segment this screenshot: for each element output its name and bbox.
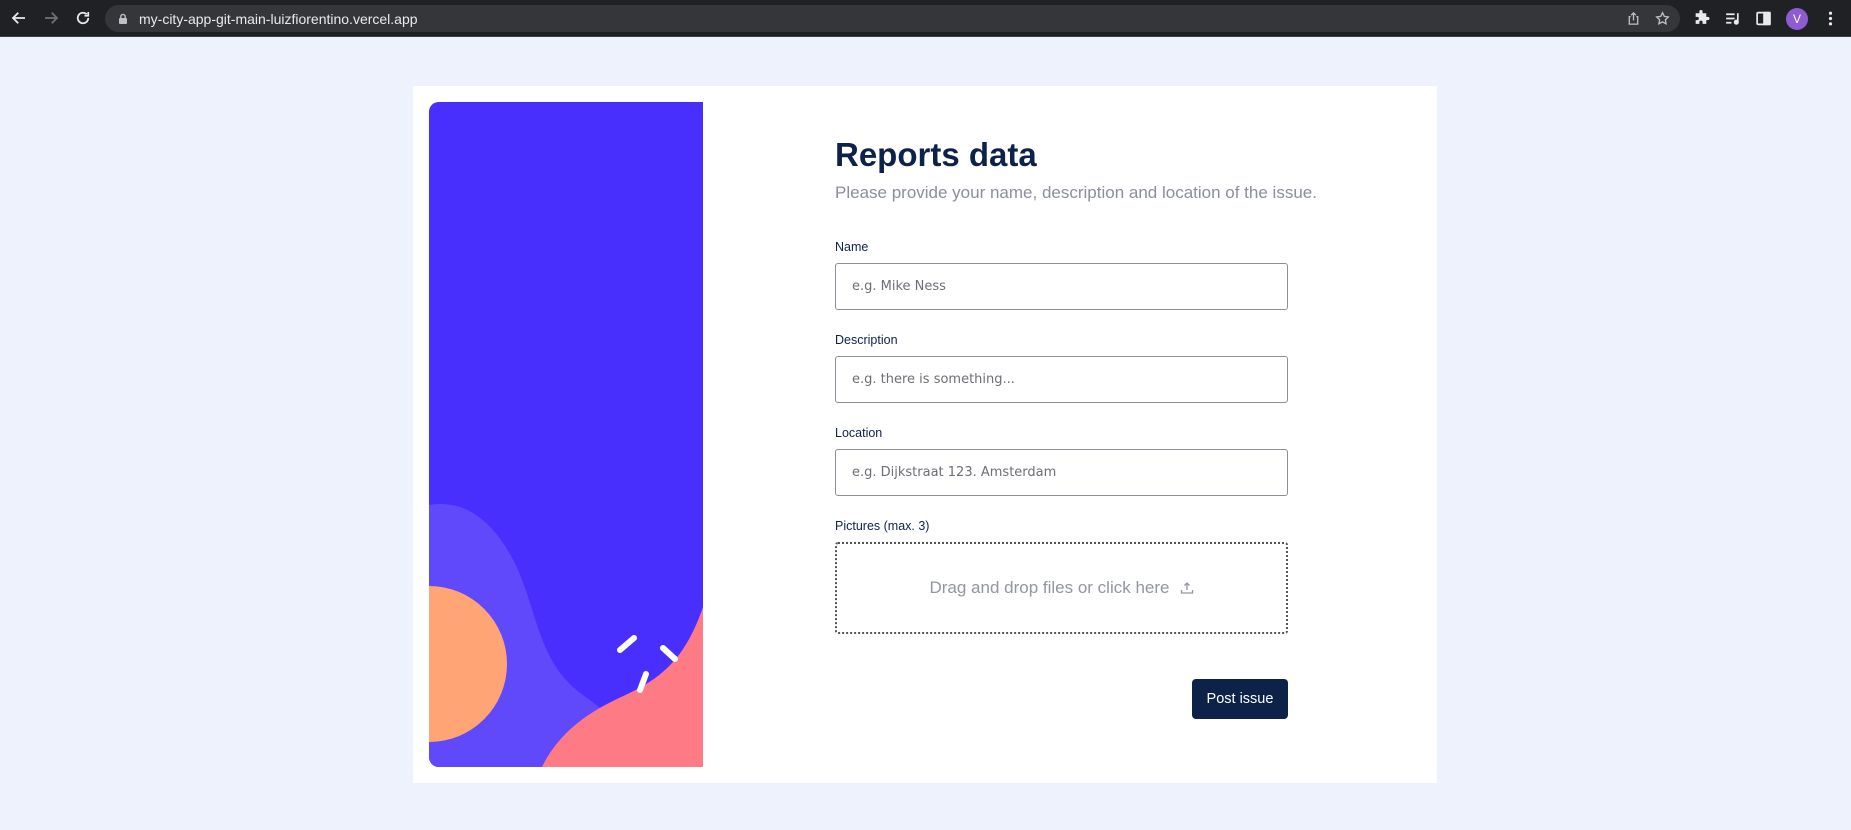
name-label: Name: [835, 240, 869, 254]
page-title: Reports data: [835, 136, 1037, 173]
abstract-shapes-illustration: [429, 102, 703, 767]
forward-button[interactable]: [35, 2, 67, 34]
url-text: my-city-app-git-main-luizfiorentino.verc…: [139, 10, 418, 27]
name-field[interactable]: [835, 263, 1288, 310]
reload-button[interactable]: [67, 2, 99, 34]
back-button[interactable]: [3, 2, 35, 34]
browser-toolbar: my-city-app-git-main-luizfiorentino.verc…: [0, 0, 1851, 37]
arrow-left-icon: [11, 12, 25, 24]
bookmark-star-icon[interactable]: [1655, 11, 1670, 26]
location-field[interactable]: [835, 449, 1288, 496]
reload-icon: [76, 11, 90, 25]
extensions-puzzle-icon[interactable]: [1693, 10, 1710, 27]
description-field[interactable]: [835, 356, 1288, 403]
pictures-dropzone[interactable]: Drag and drop files or click here: [835, 542, 1288, 634]
lock-icon: [119, 13, 127, 24]
pictures-label: Pictures (max. 3): [835, 519, 930, 533]
post-issue-button[interactable]: Post issue: [1192, 679, 1288, 719]
reading-list-icon[interactable]: [1724, 10, 1741, 27]
share-icon[interactable]: [1626, 11, 1641, 26]
address-bar[interactable]: my-city-app-git-main-luizfiorentino.verc…: [105, 5, 1680, 32]
page-subtitle: Please provide your name, description an…: [835, 183, 1317, 202]
profile-avatar[interactable]: V: [1786, 7, 1808, 30]
location-label: Location: [835, 426, 883, 440]
report-card: Reports data Please provide your name, d…: [413, 86, 1437, 783]
more-menu-icon[interactable]: [1822, 10, 1839, 27]
description-label: Description: [835, 333, 898, 347]
arrow-right-icon: [45, 12, 59, 24]
upload-icon: [1180, 582, 1193, 594]
dropzone-text: Drag and drop files or click here: [929, 578, 1170, 597]
decorative-illustration: [429, 102, 703, 767]
side-panel-icon[interactable]: [1755, 10, 1772, 27]
